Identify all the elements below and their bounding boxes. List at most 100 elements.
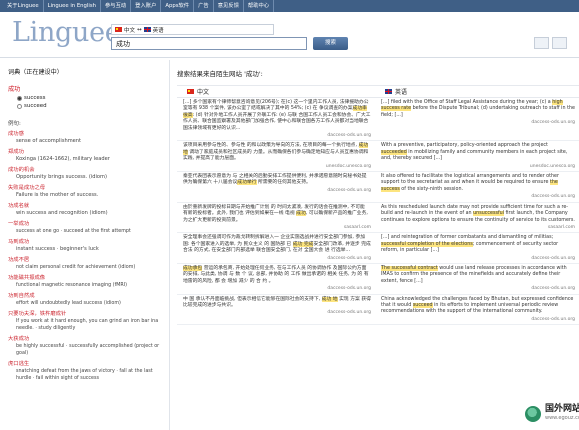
- match-highlight: 成功 地: [183, 143, 369, 155]
- nav-tab-login[interactable]: 登入账户: [131, 0, 162, 12]
- result-en: It also offered to facilitate the logist…: [381, 174, 575, 200]
- swap-arrow-icon: ↔: [137, 26, 142, 33]
- example-zh[interactable]: 大获成功: [8, 336, 169, 343]
- example-en: not claim personal credit for achievemen…: [16, 265, 136, 270]
- result-source[interactable]: daccess-ods.un.org: [183, 256, 371, 262]
- example-en: If you work at it hard enough, you can g…: [16, 319, 159, 331]
- sense-option[interactable]: success: [17, 95, 169, 101]
- example-item[interactable]: 郑成功 Koxinga (1624-1662), military leader: [8, 149, 169, 163]
- nav-tab-apps[interactable]: Apps软件: [161, 0, 195, 12]
- example-item[interactable]: 失败是成功之母 Failure is the mother of success.: [8, 185, 169, 199]
- language-pair-select[interactable]: 中文 ↔ 英语: [111, 24, 274, 35]
- nav-tab-ads[interactable]: 广告: [194, 0, 214, 12]
- results-list: [...] 多个国家有个律师帮意咨询意见(206号); 在(c) 这一个里内工作…: [177, 98, 579, 326]
- example-item[interactable]: 成功感 sense of accomplishment: [8, 131, 169, 145]
- result-source[interactable]: sasaarl.com: [381, 225, 575, 231]
- example-zh[interactable]: 功到自然成: [8, 293, 169, 300]
- example-zh[interactable]: 一举成功: [8, 221, 169, 228]
- example-en: be highly successful · successfully acco…: [16, 344, 160, 356]
- radio-selected-icon[interactable]: [17, 95, 22, 101]
- example-zh[interactable]: 失败是成功之母: [8, 185, 169, 192]
- example-zh[interactable]: 郑成功: [8, 149, 169, 156]
- example-item[interactable]: 马到成功 instant success · beginner's luck: [8, 239, 169, 253]
- result-row: 成功承包 营运的承包商, 开始处理任何业务, 在与工作人员 的协调协作 及国际公…: [177, 264, 579, 295]
- match-highlight: 成功: [296, 211, 306, 217]
- example-en: win success and recognition (idiom): [16, 210, 108, 216]
- example-zh[interactable]: 只要功夫深，铁杵磨成针: [8, 311, 169, 318]
- search-button[interactable]: 搜索: [313, 37, 348, 50]
- result-en: As this rescheduled launch date may not …: [381, 204, 575, 231]
- match-highlight: the success: [381, 180, 558, 192]
- example-item[interactable]: 功成名就 win success and recognition (idiom): [8, 203, 169, 217]
- example-en: effort will undoubtedly lead success (id…: [16, 301, 121, 306]
- watermark: 国外网站 www.egouz.com: [525, 405, 579, 423]
- zh-column-header: 中文: [177, 87, 375, 96]
- china-flag-icon: [115, 27, 122, 32]
- result-source[interactable]: sasaarl.com: [183, 225, 371, 231]
- example-en: functional magnetic resonance imaging (f…: [16, 283, 128, 288]
- example-item[interactable]: 虎口逃生 snatching defeat from the jaws of vi…: [8, 361, 169, 382]
- result-zh: [...] 多个国家有个律师帮意咨询意见(206号); 在(c) 这一个里内工作…: [183, 100, 371, 139]
- table-view-icon[interactable]: [552, 37, 567, 49]
- example-zh[interactable]: 虎口逃生: [8, 361, 169, 368]
- china-flag-icon: [187, 89, 194, 94]
- sense-option[interactable]: succeed: [17, 103, 169, 109]
- dictionary-panel: 词典（正在建设中） 成功 success succeed 例句: 成功感 sens…: [0, 60, 170, 430]
- result-source[interactable]: daccess-ods.un.org: [381, 194, 575, 200]
- examples-label: 例句:: [8, 121, 21, 127]
- results-panel: 搜索结果来自陌生网站 '成功': 中文 英语 [...] 多个国家有个律师帮意咨…: [177, 60, 579, 430]
- result-source[interactable]: daccess-ods.un.org: [183, 310, 371, 316]
- result-source[interactable]: daccess-ods.un.org: [183, 286, 371, 292]
- nav-tab-about[interactable]: 关于Linguee: [3, 0, 44, 12]
- example-item[interactable]: 功能磁共振成像 functional magnetic resonance ima…: [8, 275, 169, 289]
- watermark-url: www.egouz.com: [545, 415, 579, 421]
- result-source[interactable]: daccess-ods.un.org: [381, 256, 575, 262]
- example-zh[interactable]: 成功感: [8, 131, 169, 138]
- result-source[interactable]: daccess-ods.un.org: [381, 317, 575, 323]
- dictionary-headword: 成功: [8, 86, 21, 93]
- nav-tab-help[interactable]: 帮助中心: [244, 0, 275, 12]
- result-source[interactable]: daccess-ods.un.org: [183, 133, 371, 139]
- nav-tab-feedback[interactable]: 意见反馈: [214, 0, 244, 12]
- result-row: 中 国 承认不丹面临挑战, 但表示相信它能够在国际社会的支持下, 成功 地 实现…: [177, 295, 579, 326]
- example-en: Opportunity brings success. (idiom): [16, 174, 107, 180]
- example-zh[interactable]: 功成名就: [8, 203, 169, 210]
- list-view-icon[interactable]: [534, 37, 549, 49]
- example-item[interactable]: 成功的机会 Opportunity brings success. (idiom): [8, 167, 169, 181]
- example-zh[interactable]: 马到成功: [8, 239, 169, 246]
- example-en: snatching defeat from the jaws of victor…: [16, 369, 153, 381]
- header-divider: [0, 57, 579, 58]
- result-source[interactable]: unesdoc.unesco.org: [183, 164, 371, 170]
- match-highlight: unsuccessful: [473, 211, 505, 217]
- result-zh: 由於重新发牌的投标日期与开始推广计划 的 时间太紧凑, 发行的话会在推测中, 不…: [183, 204, 371, 231]
- result-source[interactable]: daccess-ods.un.org: [381, 286, 575, 292]
- example-zh[interactable]: 成功的机会: [8, 167, 169, 174]
- example-en: Koxinga (1624-1662), military leader: [16, 156, 110, 162]
- nav-tab-participate[interactable]: 参与互动: [101, 0, 132, 12]
- result-en: The successful contract would use land r…: [381, 265, 575, 292]
- example-zh[interactable]: 功成不居: [8, 257, 169, 264]
- result-zh: 安全理事会还强调可作为裁戈转制拆解进入一 企业实施选战并进行安全部门参加, 参加…: [183, 235, 371, 262]
- example-zh[interactable]: 功能磁共振成像: [8, 275, 169, 282]
- example-item[interactable]: 只要功夫深，铁杵磨成针 If you work at it hard enough…: [8, 311, 169, 332]
- example-en: success at one go · succeed at the first…: [16, 229, 131, 234]
- result-en: China acknowledged the challenges faced …: [381, 296, 575, 323]
- match-highlight: succeeded: [381, 149, 407, 155]
- example-item[interactable]: 功到自然成 effort will undoubtedly lead succes…: [8, 293, 169, 307]
- nav-tab-english[interactable]: Linguee in English: [44, 0, 101, 12]
- result-source[interactable]: daccess-ods.un.org: [183, 188, 371, 194]
- uk-flag-icon: [385, 89, 392, 94]
- result-zh: 成功承包 营运的承包商, 开始处理任何业务, 在与工作人员 的协调协作 及国际公…: [183, 265, 371, 292]
- view-toggle-group: [534, 37, 567, 49]
- top-navigation-bar: 关于Linguee Linguee in English 参与互动 登入账户 A…: [0, 0, 579, 12]
- example-en: sense of accomplishment: [16, 138, 82, 144]
- example-en: Failure is the mother of success.: [16, 192, 99, 198]
- search-input[interactable]: 成功: [111, 37, 307, 50]
- result-source[interactable]: daccess-ods.un.org: [381, 120, 575, 126]
- match-highlight: 成功承包: [183, 265, 203, 271]
- example-item[interactable]: 一举成功 success at one go · succeed at the f…: [8, 221, 169, 235]
- example-item[interactable]: 大获成功 be highly successful · successfully …: [8, 336, 169, 357]
- radio-icon[interactable]: [17, 103, 22, 109]
- example-item[interactable]: 功成不居 not claim personal credit for achiev…: [8, 257, 169, 271]
- result-source[interactable]: unesdoc.unesco.org: [381, 164, 575, 170]
